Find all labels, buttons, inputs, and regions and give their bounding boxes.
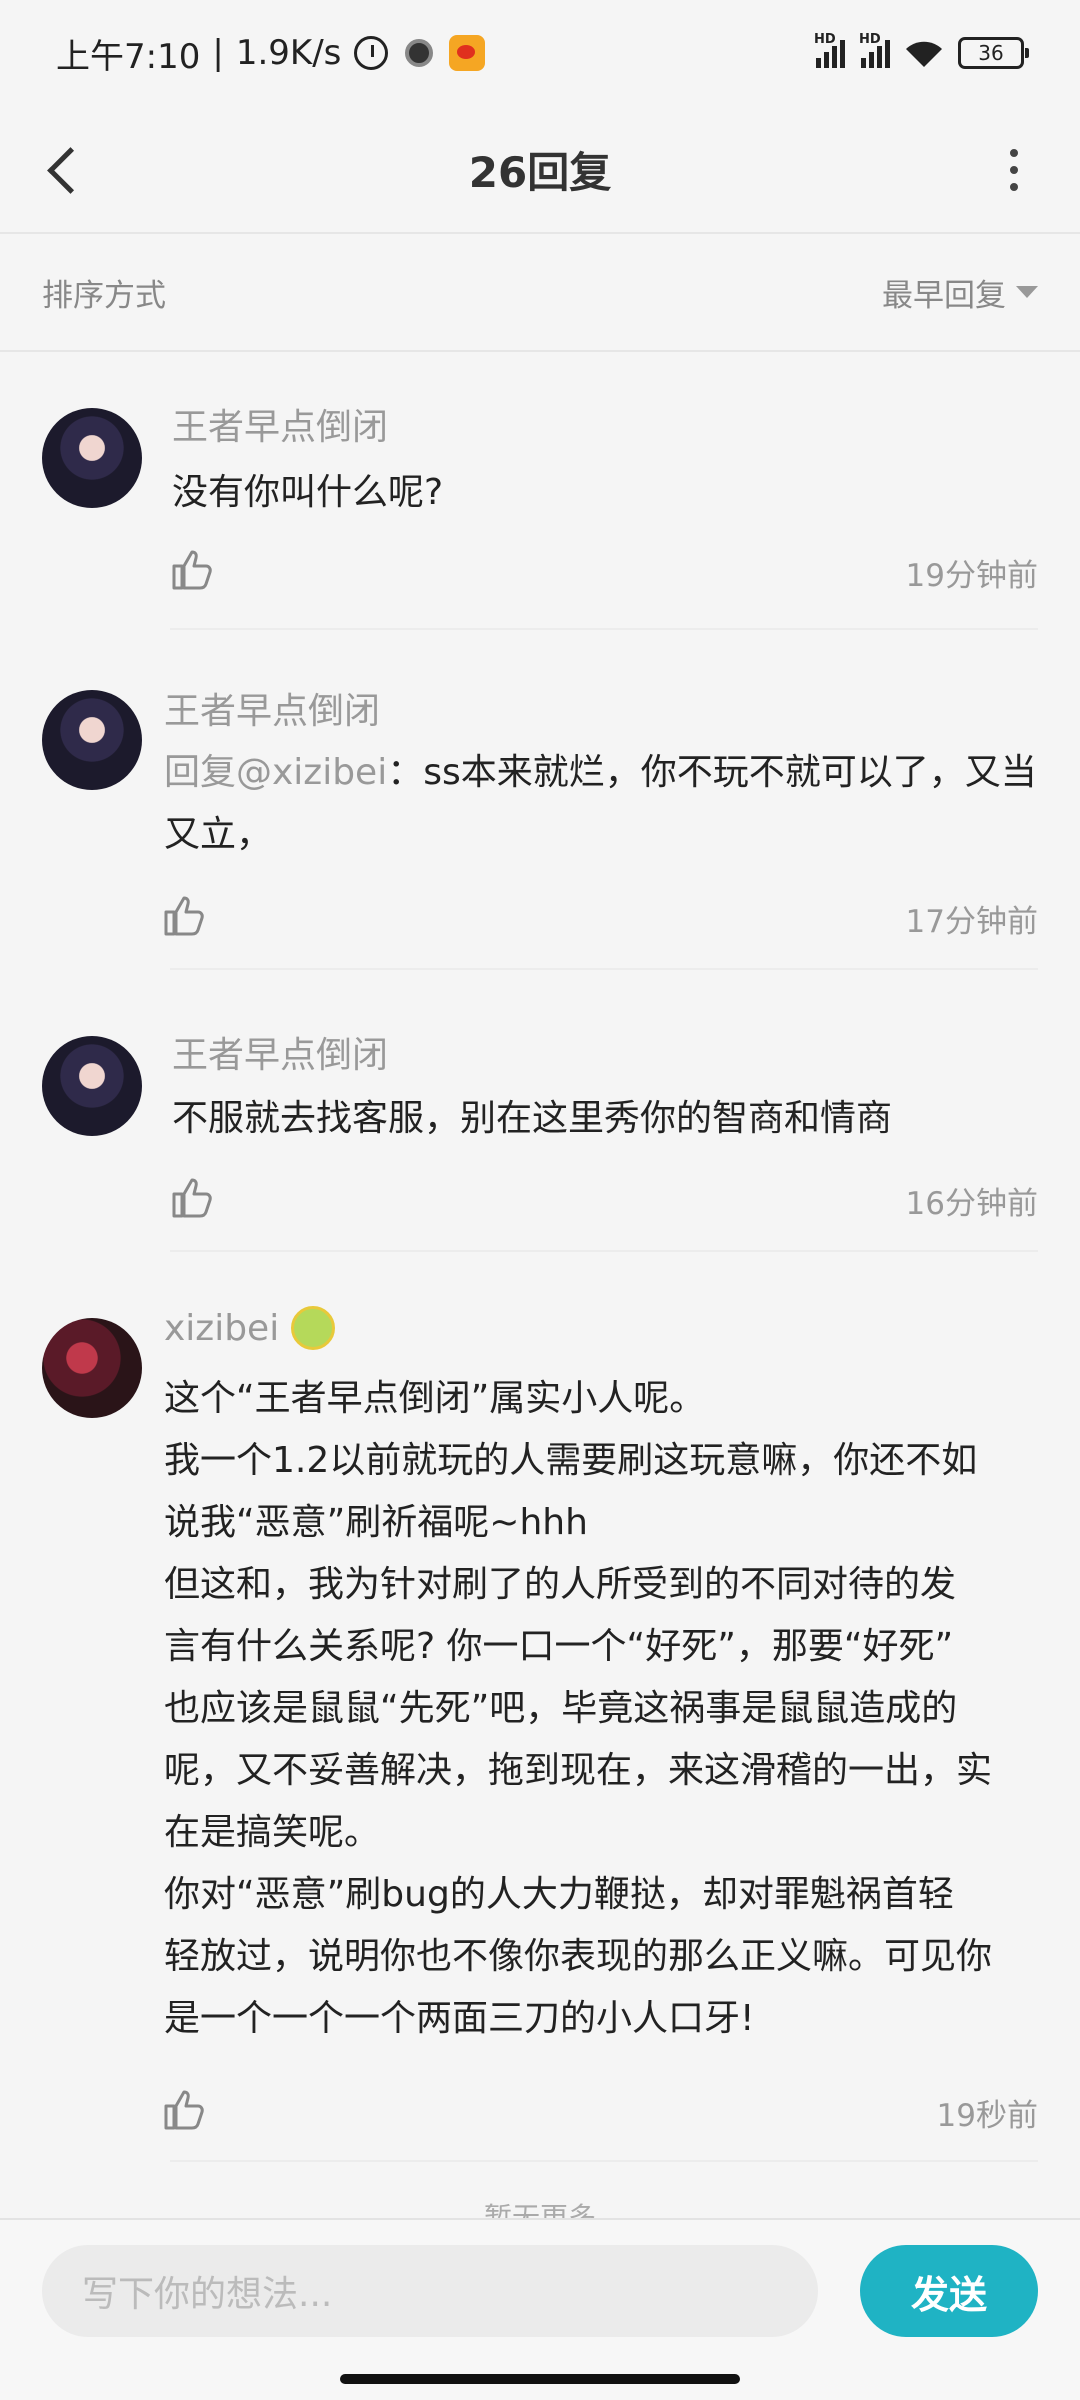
status-bar: 上午7:10 | 1.9K/s HD HD 36 [0, 0, 1080, 106]
signal-icon: HD [814, 32, 845, 68]
battery-level: 36 [978, 41, 1004, 65]
comment-line: 你对“恶意”刷bug的人大力鞭挞，却对罪魁祸首轻 [164, 1874, 954, 1915]
comment-line: 这个“王者早点倒闭”属实小人呢。 [164, 1378, 706, 1419]
back-button[interactable] [40, 140, 100, 200]
comment-item: 王者早点倒闭 不服就去找客服，别在这里秀你的智商和情商 16分钟前 [0, 970, 1080, 1252]
user-badge-icon [291, 1306, 336, 1350]
comment-line: 在是搞笑呢。 [164, 1812, 381, 1853]
comment-line: 言有什么关系呢? 你一口一个“好死”，那要“好死” [164, 1626, 954, 1667]
comment-time: 19分钟前 [905, 558, 1038, 594]
sort-row: 排序方式 最早回复 [0, 234, 1080, 352]
sort-value: 最早回复 [882, 277, 1006, 314]
divider [170, 2160, 1038, 2162]
comment-composer: 写下你的想法... 发送 [0, 2218, 1080, 2400]
comment-author[interactable]: xizibei [164, 1306, 336, 1350]
avatar[interactable] [42, 1318, 142, 1418]
comment-line: 是一个一个一个两面三刀的小人口牙! [164, 1998, 755, 2039]
comment-author[interactable]: 王者早点倒闭 [172, 398, 388, 450]
more-options-button[interactable] [984, 140, 1044, 200]
record-icon [401, 35, 437, 71]
top-nav-bar: 26回复 [0, 106, 1080, 234]
comment-author[interactable]: 王者早点倒闭 [172, 1026, 388, 1078]
comment-line: 呢，又不妥善解决，拖到现在，来这滑稽的一出，实 [164, 1750, 993, 1791]
more-dot-icon [1010, 166, 1018, 174]
status-separator: | [212, 33, 224, 73]
comment-input[interactable]: 写下你的想法... [42, 2245, 818, 2337]
like-icon[interactable] [168, 546, 216, 594]
avatar[interactable] [42, 408, 142, 508]
comment-text: 回复@xizibei：ss本来就烂，你不玩不就可以了，又当又立， [164, 742, 1038, 866]
page-title: 26回复 [468, 147, 612, 197]
signal-hd-label: HD [814, 32, 836, 47]
comment-time: 17分钟前 [905, 904, 1038, 940]
comment-line: 我一个1.2以前就玩的人需要刷这玩意嘛，你还不如 [164, 1440, 978, 1481]
more-dot-icon [1010, 149, 1018, 157]
like-icon[interactable] [160, 892, 208, 940]
signal-icon: HD [859, 32, 890, 68]
alarm-icon [353, 35, 389, 71]
load-more-text: 暂无更多 [483, 2201, 596, 2220]
comment-text: 没有你叫什么呢? [172, 472, 444, 513]
comment-line: 轻放过，说明你也不像你表现的那么正义嘛。可见你 [164, 1936, 993, 1977]
comment-item: 王者早点倒闭 没有你叫什么呢? 19分钟前 [0, 352, 1080, 630]
status-time: 上午7:10 [56, 36, 201, 77]
reply-mention[interactable]: 回复@xizibei [164, 752, 387, 793]
comment-item: 王者早点倒闭 回复@xizibei：ss本来就烂，你不玩不就可以了，又当又立， … [0, 630, 1080, 970]
weibo-icon [449, 35, 486, 71]
comment-time: 16分钟前 [905, 1186, 1038, 1222]
avatar[interactable] [42, 1036, 142, 1136]
wifi-icon [904, 38, 944, 68]
home-indicator[interactable] [340, 2374, 740, 2384]
comment-time: 19秒前 [936, 2098, 1038, 2134]
more-dot-icon [1010, 183, 1018, 191]
comment-line: 但这和，我为针对刷了的人所受到的不同对待的发 [164, 1564, 957, 1605]
caret-down-icon [1016, 286, 1038, 298]
comment-line: 也应该是鼠鼠“先死”吧，毕竟这祸事是鼠鼠造成的 [164, 1688, 958, 1729]
status-left: 上午7:10 | 1.9K/s [56, 29, 486, 78]
comment-text: 这个“王者早点倒闭”属实小人呢。 我一个1.2以前就玩的人需要刷这玩意嘛，你还不… [164, 1368, 1054, 2050]
status-right: HD HD 36 [814, 32, 1029, 69]
sort-label: 排序方式 [42, 277, 166, 314]
comment-text: 不服就去找客服，别在这里秀你的智商和情商 [172, 1098, 893, 1139]
sort-dropdown[interactable]: 最早回复 [882, 270, 1038, 315]
like-icon[interactable] [160, 2086, 208, 2134]
comment-item: xizibei 这个“王者早点倒闭”属实小人呢。 我一个1.2以前就玩的人需要刷… [0, 1252, 1080, 2162]
signal-hd-label: HD [859, 32, 881, 47]
comment-author[interactable]: 王者早点倒闭 [164, 682, 380, 734]
author-name: xizibei [164, 1307, 280, 1349]
avatar[interactable] [42, 690, 142, 790]
battery-icon: 36 [958, 37, 1029, 69]
send-button[interactable]: 发送 [860, 2245, 1038, 2337]
comment-line: 说我“恶意”刷祈福呢~hhh [164, 1502, 588, 1543]
like-icon[interactable] [168, 1174, 216, 1222]
network-speed: 1.9K/s [235, 33, 342, 73]
